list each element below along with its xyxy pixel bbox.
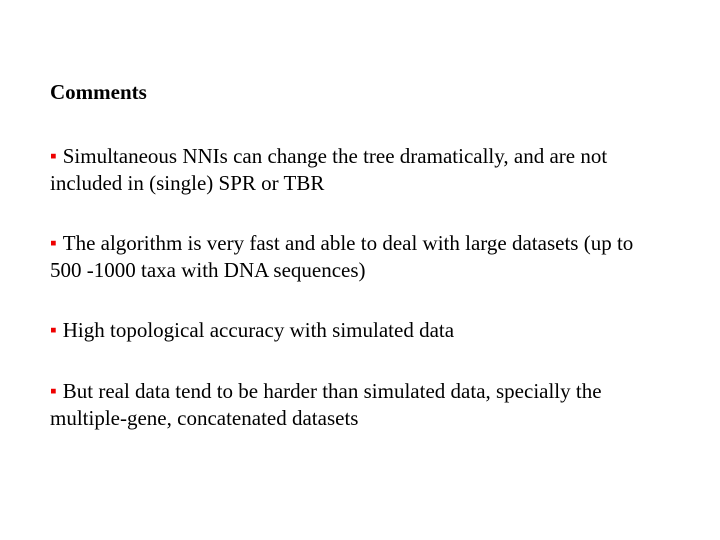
bullet-icon: ▪: [50, 145, 57, 169]
slide-title: Comments: [50, 80, 670, 105]
bullet-icon: ▪: [50, 232, 57, 256]
bullet-icon: ▪: [50, 380, 57, 404]
list-item: ▪Simultaneous NNIs can change the tree d…: [50, 143, 670, 196]
bullet-text: Simultaneous NNIs can change the tree dr…: [50, 144, 607, 195]
list-item: ▪High topological accuracy with simulate…: [50, 317, 670, 344]
bullet-text: High topological accuracy with simulated…: [63, 318, 454, 342]
bullet-text: The algorithm is very fast and able to d…: [50, 231, 633, 282]
list-item: ▪But real data tend to be harder than si…: [50, 378, 670, 431]
list-item: ▪The algorithm is very fast and able to …: [50, 230, 670, 283]
bullet-text: But real data tend to be harder than sim…: [50, 379, 602, 430]
bullet-icon: ▪: [50, 319, 57, 343]
